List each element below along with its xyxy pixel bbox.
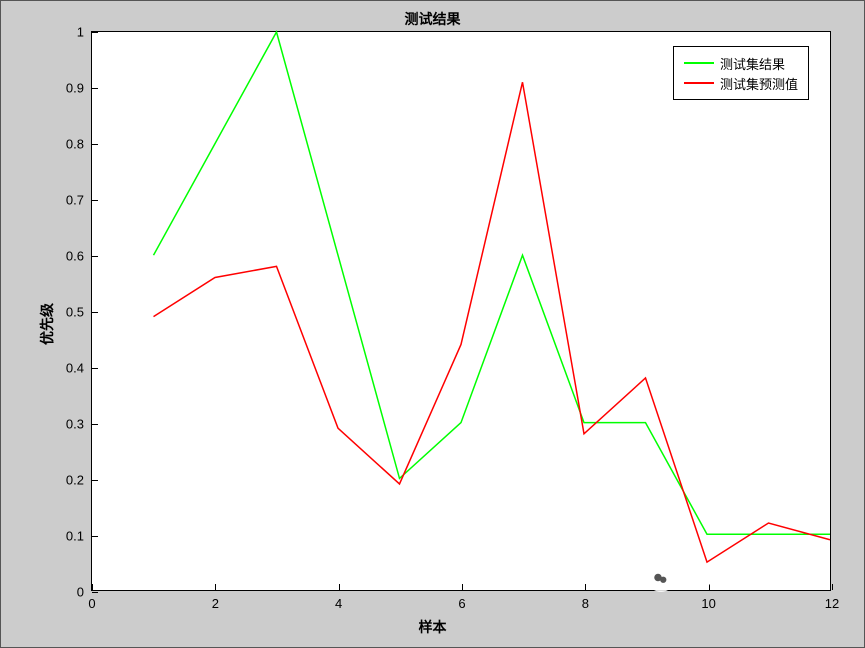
y-tick-mark: [92, 536, 98, 537]
x-tick-mark: [585, 584, 586, 590]
x-tick-mark: [92, 584, 93, 590]
x-tick-label: 0: [88, 596, 95, 611]
y-tick-mark: [92, 368, 98, 369]
legend-item: 测试集结果: [684, 53, 798, 73]
y-tick-mark: [92, 200, 98, 201]
plot-svg: [92, 32, 830, 590]
y-tick-mark: [92, 424, 98, 425]
y-tick-mark: [92, 144, 98, 145]
x-tick-label: 4: [335, 596, 342, 611]
y-tick-mark: [92, 32, 98, 33]
x-tick-mark: [462, 584, 463, 590]
legend-swatch: [684, 62, 714, 64]
y-tick-mark: [92, 88, 98, 89]
y-tick-label: 0.8: [66, 137, 84, 152]
y-tick-label: 0: [77, 585, 84, 600]
x-tick-label: 6: [458, 596, 465, 611]
x-tick-label: 8: [582, 596, 589, 611]
x-tick-mark: [832, 584, 833, 590]
chart-title: 测试结果: [1, 9, 864, 29]
legend-label: 测试集预测值: [720, 74, 798, 93]
y-tick-mark: [92, 592, 98, 593]
legend-item: 测试集预测值: [684, 73, 798, 93]
watermark: 公众号 · 高斯的手稿: [648, 566, 824, 592]
x-tick-label: 10: [701, 596, 715, 611]
y-tick-label: 0.2: [66, 473, 84, 488]
y-tick-mark: [92, 256, 98, 257]
legend-swatch: [684, 82, 714, 84]
y-tick-label: 0.6: [66, 249, 84, 264]
y-tick-label: 0.7: [66, 193, 84, 208]
series-line: [154, 82, 831, 562]
watermark-label: 公众号 · 高斯的手稿: [682, 567, 824, 591]
y-tick-label: 0.3: [66, 417, 84, 432]
y-tick-mark: [92, 312, 98, 313]
y-axis-label: 优先级: [37, 303, 57, 345]
y-tick-label: 0.5: [66, 305, 84, 320]
y-tick-label: 0.4: [66, 361, 84, 376]
chart-axes: 02468101200.10.20.30.40.50.60.70.80.91: [91, 31, 831, 591]
y-tick-label: 0.1: [66, 529, 84, 544]
legend-label: 测试集结果: [720, 54, 785, 73]
legend: 测试集结果测试集预测值: [673, 46, 809, 100]
wechat-icon: [648, 566, 674, 592]
figure-panel: 测试结果 02468101200.10.20.30.40.50.60.70.80…: [1, 1, 864, 647]
y-tick-label: 0.9: [66, 81, 84, 96]
x-tick-mark: [339, 584, 340, 590]
x-tick-mark: [215, 584, 216, 590]
x-tick-label: 12: [825, 596, 839, 611]
series-line: [154, 32, 831, 534]
y-tick-mark: [92, 480, 98, 481]
x-tick-label: 2: [212, 596, 219, 611]
y-tick-label: 1: [77, 25, 84, 40]
x-axis-label: 样本: [1, 617, 864, 637]
